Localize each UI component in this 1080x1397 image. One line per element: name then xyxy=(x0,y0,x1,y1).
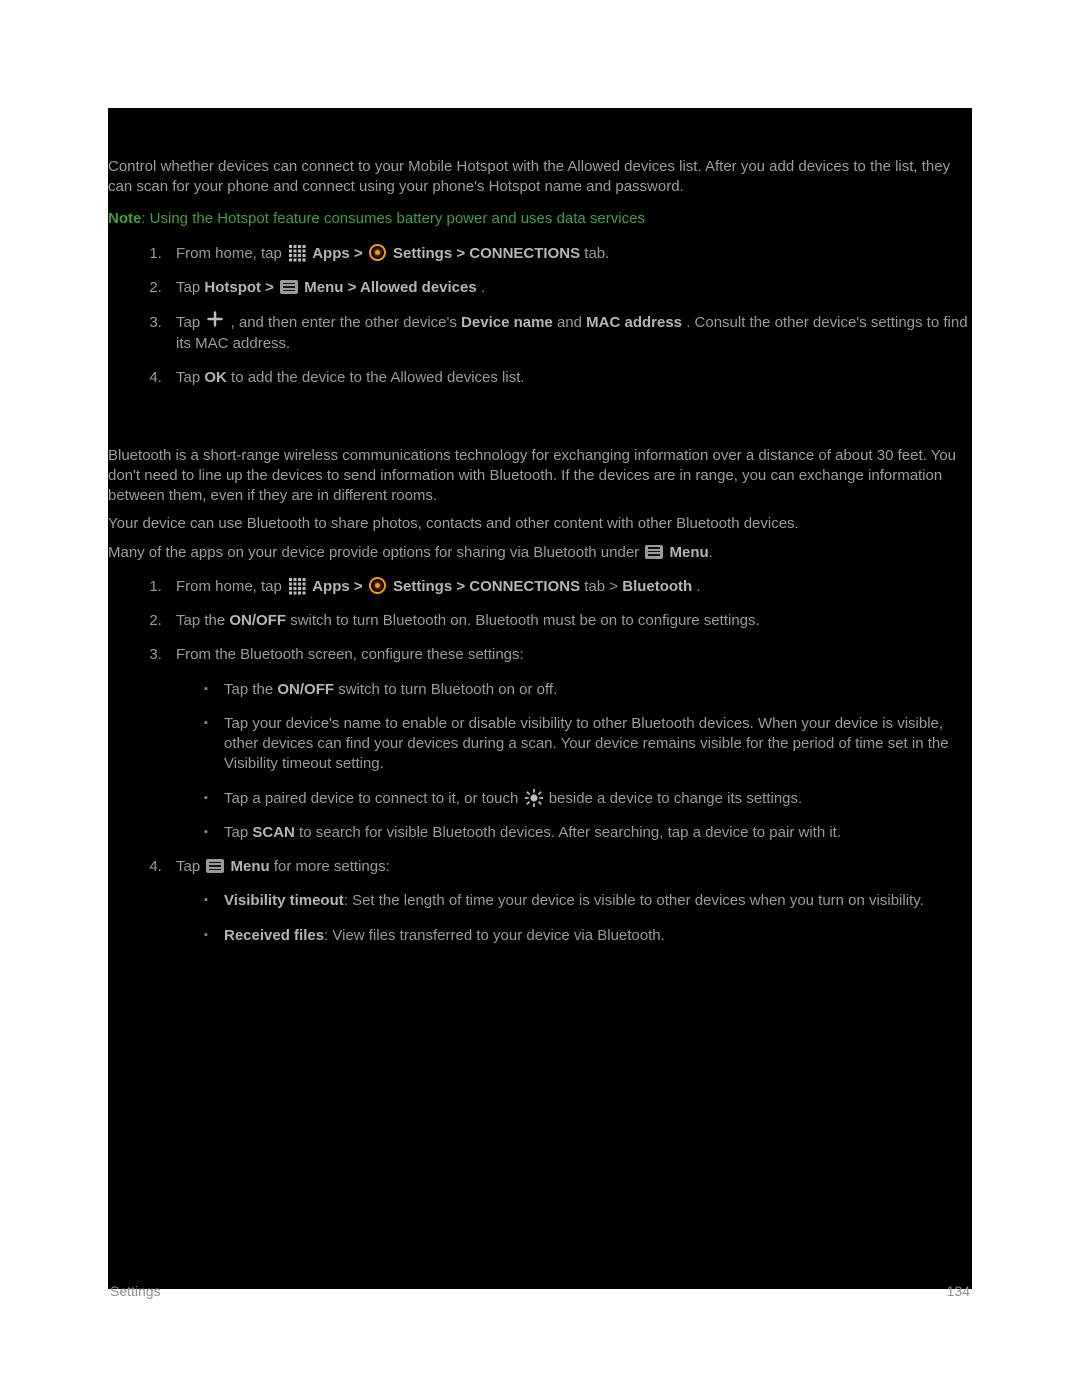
bold-hotspot: Hotspot > xyxy=(204,279,278,296)
bold-settings: Settings > CONNECTIONS xyxy=(393,245,580,262)
bt-step-3: From the Bluetooth screen, configure the… xyxy=(166,645,972,843)
text: to add the device to the Allowed devices… xyxy=(231,369,525,386)
text: : Set the length of time your device is … xyxy=(344,892,924,909)
text: . xyxy=(696,578,700,595)
text: . xyxy=(481,279,485,296)
text: switch to turn Bluetooth on or off. xyxy=(338,681,557,698)
bold-onoff: ON/OFF xyxy=(277,681,334,698)
sub-1: Tap the ON/OFF switch to turn Bluetooth … xyxy=(204,680,972,700)
text: tab. xyxy=(584,245,609,262)
bold-apps: Apps > xyxy=(312,245,367,262)
bold-label: Received files xyxy=(224,927,324,944)
settings-gear-icon xyxy=(369,577,387,595)
text: Tap xyxy=(176,314,204,331)
text: : View files transferred to your device … xyxy=(324,927,665,944)
text: From home, tap xyxy=(176,245,286,262)
text: Tap the xyxy=(224,681,277,698)
note-text: : Using the Hotspot feature consumes bat… xyxy=(141,210,645,227)
footer-page-number: 134 xyxy=(947,1282,970,1301)
bold-onoff: ON/OFF xyxy=(229,612,286,629)
bold-apps: Apps > xyxy=(312,578,367,595)
bt-step-1: From home, tap Apps > Settings > CONNECT… xyxy=(166,577,972,597)
menu-icon xyxy=(280,278,298,296)
bold-device-name: Device name xyxy=(461,314,553,331)
text: Tap xyxy=(176,858,204,875)
plus-icon xyxy=(206,308,224,330)
step-1: From home, tap Apps > Settings > CONNECT… xyxy=(166,244,972,264)
text: switch to turn Bluetooth on. Bluetooth m… xyxy=(290,612,759,629)
document-page: Allowed Devices Control whether devices … xyxy=(108,108,972,1289)
text: From the Bluetooth screen, configure the… xyxy=(176,646,524,663)
text: to search for visible Bluetooth devices.… xyxy=(299,824,841,841)
step-4: Tap OK to add the device to the Allowed … xyxy=(166,368,972,388)
text: beside a device to change its settings. xyxy=(549,790,803,807)
heading-allowed-devices: Allowed Devices xyxy=(108,126,972,149)
bold-menu: Menu xyxy=(670,544,709,561)
paragraph-bt-intro3: Many of the apps on your device provide … xyxy=(108,543,972,563)
settings-gear-icon xyxy=(369,244,387,262)
text: for more settings: xyxy=(274,858,390,875)
bold-menu-path: Menu > Allowed devices xyxy=(304,279,476,296)
text: From home, tap xyxy=(176,578,286,595)
menu-icon xyxy=(206,857,224,875)
bold-mac: MAC address xyxy=(586,314,682,331)
bold-label: Visibility timeout xyxy=(224,892,344,909)
heading-bluetooth: Bluetooth Settings xyxy=(108,415,972,438)
sub-3: Tap a paired device to connect to it, or… xyxy=(204,789,972,809)
menu-icon xyxy=(645,543,663,561)
text: tab > xyxy=(584,578,622,595)
bt-step-3-sublist: Tap the ON/OFF switch to turn Bluetooth … xyxy=(204,680,972,844)
paragraph-allowed-intro: Control whether devices can connect to y… xyxy=(108,157,972,198)
step-3: Tap , and then enter the other device's … xyxy=(166,312,972,354)
bold-scan: SCAN xyxy=(252,824,295,841)
bold-ok: OK xyxy=(204,369,227,386)
text: Tap a paired device to connect to it, or… xyxy=(224,790,523,807)
sub-received-files: Received files: View files transferred t… xyxy=(204,926,972,946)
steps-allowed-devices: From home, tap Apps > Settings > CONNECT… xyxy=(166,244,972,389)
text: and xyxy=(557,314,586,331)
sub-4: Tap SCAN to search for visible Bluetooth… xyxy=(204,823,972,843)
text: Tap xyxy=(176,369,204,386)
text: Tap the xyxy=(176,612,229,629)
text: , and then enter the other device's xyxy=(231,314,462,331)
paragraph-bt-intro2: Your device can use Bluetooth to share p… xyxy=(108,514,972,534)
sub-visibility-timeout: Visibility timeout: Set the length of ti… xyxy=(204,891,972,911)
sub-2: Tap your device's name to enable or disa… xyxy=(204,714,972,775)
apps-grid-icon xyxy=(288,577,306,595)
paragraph-bt-intro1: Bluetooth is a short-range wireless comm… xyxy=(108,446,972,507)
footer-section: Settings xyxy=(110,1282,161,1301)
bold-menu: Menu xyxy=(231,858,270,875)
step-2: Tap Hotspot > Menu > Allowed devices . xyxy=(166,278,972,298)
text: Tap xyxy=(224,824,252,841)
apps-grid-icon xyxy=(288,244,306,262)
gear-icon xyxy=(525,789,543,807)
text: Tap xyxy=(176,279,204,296)
text: Many of the apps on your device provide … xyxy=(108,544,643,561)
bt-step-2: Tap the ON/OFF switch to turn Bluetooth … xyxy=(166,611,972,631)
steps-bluetooth: From home, tap Apps > Settings > CONNECT… xyxy=(166,577,972,946)
note-label: Note xyxy=(108,210,141,227)
bt-step-4-sublist: Visibility timeout: Set the length of ti… xyxy=(204,891,972,946)
bt-step-4: Tap Menu for more settings: Visibility t… xyxy=(166,857,972,946)
page-content: Allowed Devices Control whether devices … xyxy=(108,126,972,1307)
note-line: Note: Using the Hotspot feature consumes… xyxy=(108,209,972,229)
bold-settings: Settings > CONNECTIONS xyxy=(393,578,580,595)
text: . xyxy=(709,544,713,561)
page-footer: Settings 134 xyxy=(108,1282,972,1301)
bold-bluetooth: Bluetooth xyxy=(622,578,692,595)
